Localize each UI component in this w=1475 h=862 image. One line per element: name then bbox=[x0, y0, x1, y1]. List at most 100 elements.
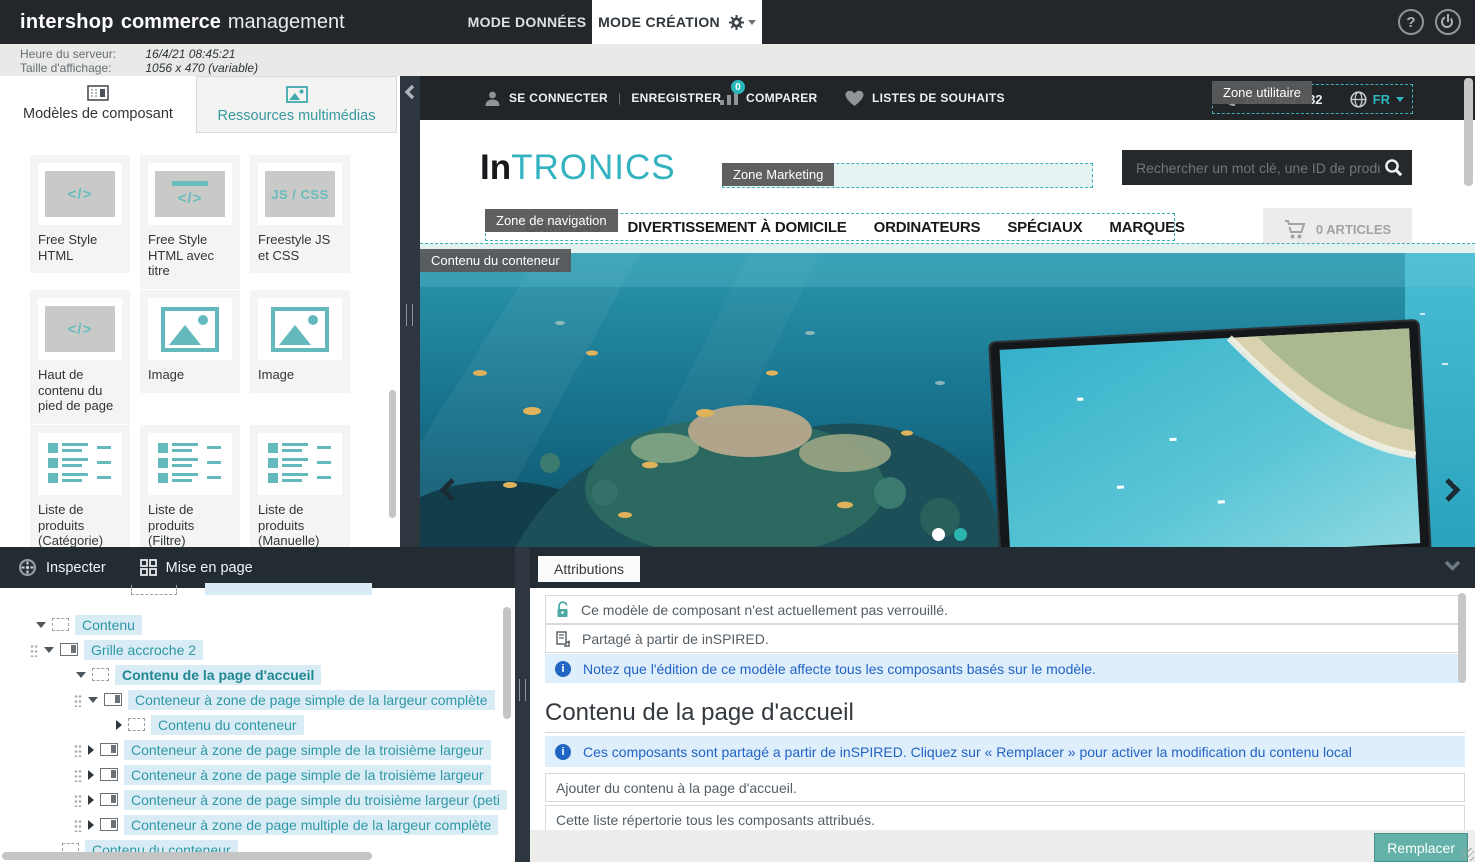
component-icon bbox=[100, 793, 118, 806]
drag-handle-icon[interactable] bbox=[74, 793, 82, 807]
tab-component-templates[interactable]: Modèles de composant bbox=[0, 76, 196, 133]
preview-scrollbar[interactable] bbox=[1464, 78, 1473, 186]
tab-media-assets[interactable]: Ressources multimédias bbox=[196, 76, 397, 133]
divider-line bbox=[545, 732, 1465, 733]
carousel-dot-1[interactable] bbox=[932, 528, 945, 541]
nav-item-computers[interactable]: ORDINATEURS bbox=[874, 219, 981, 236]
unlock-icon bbox=[556, 601, 569, 618]
tree-item-container-third-width-2[interactable]: Conteneur à zone de page simple de la tr… bbox=[74, 762, 491, 787]
language-code: FR bbox=[1373, 92, 1390, 107]
tile-free-style-html-title[interactable]: </> Free Style HTML avec titre bbox=[140, 155, 240, 289]
image-icon bbox=[258, 298, 342, 360]
replace-button[interactable]: Remplacer bbox=[1374, 833, 1468, 862]
tree-item-homepage-content[interactable]: Contenu de la page d'accueil bbox=[76, 662, 321, 687]
chevron-right-icon[interactable] bbox=[88, 820, 94, 830]
marketing-zone[interactable]: Zone Marketing bbox=[722, 163, 1093, 188]
register-link[interactable]: ENREGISTRER bbox=[631, 91, 721, 105]
logout-button[interactable] bbox=[1435, 9, 1461, 35]
tab-mode-donnees[interactable]: MODE DONNÉES bbox=[462, 0, 592, 44]
divider-drag-handle[interactable] bbox=[406, 304, 413, 326]
nav-item-brands[interactable]: MARQUES bbox=[1109, 219, 1184, 236]
tab-mode-creation[interactable]: MODE CRÉATION bbox=[592, 0, 762, 44]
server-time-label: Heure du serveur: bbox=[20, 47, 142, 61]
tab-component-templates-label: Modèles de composant bbox=[23, 106, 173, 122]
display-size-row: Taille d'affichage: 1056 x 470 (variable… bbox=[20, 61, 258, 75]
chevron-down-icon bbox=[1396, 97, 1404, 102]
carousel-prev-button[interactable] bbox=[437, 477, 459, 503]
nav-item-specials[interactable]: SPÉCIAUX bbox=[1007, 219, 1082, 236]
chevron-down-icon[interactable] bbox=[44, 647, 54, 653]
tree-item-container-third-width-small[interactable]: Conteneur à zone de page simple du trois… bbox=[74, 787, 507, 812]
language-selector[interactable]: FR bbox=[1350, 91, 1404, 108]
drag-handle-icon[interactable] bbox=[74, 693, 82, 707]
carousel-dot-2[interactable] bbox=[954, 528, 967, 541]
component-icon bbox=[100, 818, 118, 831]
tree-item-container-full-width[interactable]: Conteneur à zone de page simple de la la… bbox=[74, 687, 495, 712]
tile-image-2[interactable]: Image bbox=[250, 290, 350, 393]
tile-label: Free Style HTML avec titre bbox=[148, 232, 232, 279]
container-zone-label[interactable]: Contenu du conteneur bbox=[420, 249, 571, 272]
storefront-utility-bar: SE CONNECTER | ENREGISTRER 0 COMPARER bbox=[420, 76, 1475, 120]
sign-in-link[interactable]: SE CONNECTER | ENREGISTRER bbox=[484, 76, 721, 120]
cart-count-label: 0 ARTICLES bbox=[1316, 222, 1391, 237]
chevron-right-icon[interactable] bbox=[88, 770, 94, 780]
inspect-icon bbox=[18, 558, 37, 577]
tab-inspect-label: Inspecter bbox=[46, 560, 106, 576]
resize-grip[interactable] bbox=[1461, 848, 1474, 861]
shared-status-row: Partagé à partir de inSPIRED. bbox=[545, 624, 1465, 653]
collapse-panel-button[interactable] bbox=[403, 84, 417, 100]
chevron-right-icon[interactable] bbox=[88, 745, 94, 755]
tile-footer-content-top[interactable]: </> Haut de contenu du pied de page bbox=[30, 290, 130, 424]
tree-horizontal-scrollbar[interactable] bbox=[2, 852, 372, 860]
tree-item-grille-accroche[interactable]: Grille accroche 2 bbox=[30, 637, 203, 662]
tab-attributions[interactable]: Attributions bbox=[538, 556, 640, 582]
tab-layout[interactable]: Mise en page bbox=[140, 559, 253, 576]
tile-freestyle-js-css[interactable]: JS / CSS Freestyle JS et CSS bbox=[250, 155, 350, 273]
product-list-icon bbox=[258, 433, 342, 495]
carousel-next-button[interactable] bbox=[1441, 477, 1463, 503]
drag-handle-icon[interactable] bbox=[30, 643, 38, 657]
tile-product-list-manual[interactable]: Liste de produits (Manuelle) bbox=[250, 425, 350, 547]
shared-components-info-text: Ces composants sont partagé a partir de … bbox=[583, 744, 1352, 760]
settings-menu-button[interactable] bbox=[728, 14, 756, 31]
compare-link[interactable]: 0 COMPARER bbox=[720, 76, 818, 120]
tile-label: Liste de produits (Filtre) bbox=[148, 502, 232, 547]
nav-item-home-entertainment[interactable]: DIVERTISSEMENT À DOMICILE bbox=[627, 219, 846, 236]
tile-free-style-html[interactable]: </> Free Style HTML bbox=[30, 155, 130, 273]
intronics-logo[interactable]: InTRONICS bbox=[480, 148, 676, 188]
drag-handle-icon[interactable] bbox=[74, 768, 82, 782]
attributions-scrollbar[interactable] bbox=[1458, 593, 1466, 683]
left-panel-scrollbar[interactable] bbox=[389, 390, 396, 518]
tile-product-list-category[interactable]: Liste de produits (Catégorie) bbox=[30, 425, 130, 547]
container-content-zone[interactable]: Contenu du conteneur bbox=[420, 243, 1475, 547]
chevron-right-icon[interactable] bbox=[88, 795, 94, 805]
chevron-down-icon[interactable] bbox=[76, 672, 86, 678]
tree-item-container-multi-full-width[interactable]: Conteneur à zone de page multiple de la … bbox=[74, 812, 498, 837]
tab-inspect[interactable]: Inspecter bbox=[18, 558, 106, 577]
tile-label: Freestyle JS et CSS bbox=[258, 232, 342, 263]
tile-image[interactable]: Image bbox=[140, 290, 240, 393]
brand-name: intershop bbox=[20, 11, 114, 34]
globe-icon bbox=[1350, 91, 1367, 108]
chevron-right-icon[interactable] bbox=[116, 720, 122, 730]
utility-zone-label[interactable]: Zone utilitaire bbox=[1212, 81, 1312, 104]
attributions-header: Attributions bbox=[530, 547, 1475, 588]
tile-product-list-filter[interactable]: Liste de produits (Filtre) bbox=[140, 425, 240, 547]
tree-item-container-third-width[interactable]: Conteneur à zone de page simple de la tr… bbox=[74, 737, 491, 762]
search-input[interactable] bbox=[1122, 160, 1384, 176]
navigation-zone-label[interactable]: Zone de navigation bbox=[485, 209, 618, 232]
info-icon: i bbox=[555, 661, 571, 677]
divider-drag-handle[interactable] bbox=[519, 679, 526, 701]
chevron-down-icon[interactable] bbox=[36, 622, 46, 628]
tree-vertical-scrollbar[interactable] bbox=[503, 607, 511, 719]
search-icon[interactable] bbox=[1384, 158, 1403, 177]
drag-handle-icon[interactable] bbox=[74, 743, 82, 757]
tree-item-contenu[interactable]: Contenu bbox=[36, 612, 142, 637]
collapse-panel-button[interactable] bbox=[1444, 560, 1461, 571]
marketing-zone-label[interactable]: Zone Marketing bbox=[722, 163, 834, 186]
chevron-down-icon[interactable] bbox=[88, 697, 98, 703]
tree-item-container-content[interactable]: Contenu du conteneur bbox=[116, 712, 304, 737]
help-button[interactable]: ? bbox=[1398, 9, 1424, 35]
drag-handle-icon[interactable] bbox=[74, 818, 82, 832]
wishlists-link[interactable]: LISTES DE SOUHAITS bbox=[845, 76, 1005, 120]
